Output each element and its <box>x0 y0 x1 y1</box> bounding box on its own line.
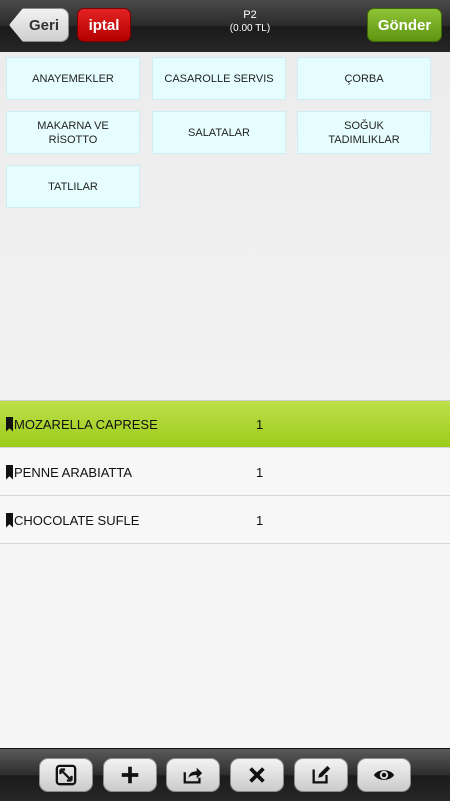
category-label: SOĞUK TADIMLIKLAR <box>328 119 400 146</box>
order-list: MOZARELLA CAPRESE 1 PENNE ARABIATTA 1 CH… <box>0 400 450 749</box>
share-icon <box>183 767 203 784</box>
order-item-qty: 1 <box>256 512 264 528</box>
table-name: P2 <box>243 9 257 21</box>
edit-icon <box>312 765 331 784</box>
category-label: ANAYEMEKLER <box>32 72 114 85</box>
bottom-toolbar <box>0 748 450 801</box>
expand-button[interactable] <box>39 758 93 792</box>
category-button[interactable]: MAKARNA VE RİSOTTO <box>6 111 140 154</box>
order-item-name: CHOCOLATE SUFLE <box>14 512 140 528</box>
cancel-button[interactable]: iptal <box>77 8 131 42</box>
category-button[interactable]: SOĞUK TADIMLIKLAR <box>297 111 431 154</box>
order-item-name: MOZARELLA CAPRESE <box>14 416 158 432</box>
category-button[interactable]: SALATALAR <box>152 111 286 154</box>
add-button[interactable] <box>103 758 157 792</box>
order-item-name: PENNE ARABIATTA <box>14 464 132 480</box>
order-row[interactable]: CHOCOLATE SUFLE 1 <box>0 497 450 544</box>
share-button[interactable] <box>166 758 220 792</box>
order-total: (0.00 TL) <box>229 23 271 34</box>
order-item-qty: 1 <box>256 464 264 480</box>
bookmark-icon <box>6 464 13 480</box>
category-label: CASAROLLE SERVIS <box>164 72 274 85</box>
bookmark-icon <box>6 416 13 432</box>
send-button-label: Gönder <box>377 16 432 34</box>
preview-button[interactable] <box>357 758 411 792</box>
eye-icon <box>373 770 395 780</box>
order-row[interactable]: MOZARELLA CAPRESE 1 <box>0 401 450 448</box>
category-label: SALATALAR <box>188 126 250 139</box>
category-label: ÇORBA <box>344 72 384 85</box>
back-button-label: Geri <box>28 16 59 34</box>
category-button[interactable]: TATLILAR <box>6 165 140 208</box>
category-button[interactable]: ANAYEMEKLER <box>6 57 140 100</box>
expand-icon <box>55 764 77 786</box>
back-button[interactable]: Geri <box>9 8 69 42</box>
delete-button[interactable] <box>230 758 284 792</box>
order-title: P2 (0.00 TL) <box>150 8 350 35</box>
plus-icon <box>121 766 139 784</box>
cancel-button-label: iptal <box>88 16 120 34</box>
category-button[interactable]: CASAROLLE SERVIS <box>152 57 286 100</box>
bookmark-icon <box>6 512 13 528</box>
order-item-qty: 1 <box>256 416 264 432</box>
top-bar: Geri iptal P2 (0.00 TL) Gönder <box>0 0 450 53</box>
delete-icon <box>249 767 265 783</box>
category-label: TATLILAR <box>48 180 98 193</box>
category-grid: ANAYEMEKLER CASAROLLE SERVIS ÇORBA MAKAR… <box>0 52 450 400</box>
category-label: MAKARNA VE RİSOTTO <box>37 119 109 146</box>
category-button[interactable]: ÇORBA <box>297 57 431 100</box>
order-row[interactable]: PENNE ARABIATTA 1 <box>0 449 450 496</box>
edit-button[interactable] <box>294 758 348 792</box>
send-button[interactable]: Gönder <box>367 8 442 42</box>
